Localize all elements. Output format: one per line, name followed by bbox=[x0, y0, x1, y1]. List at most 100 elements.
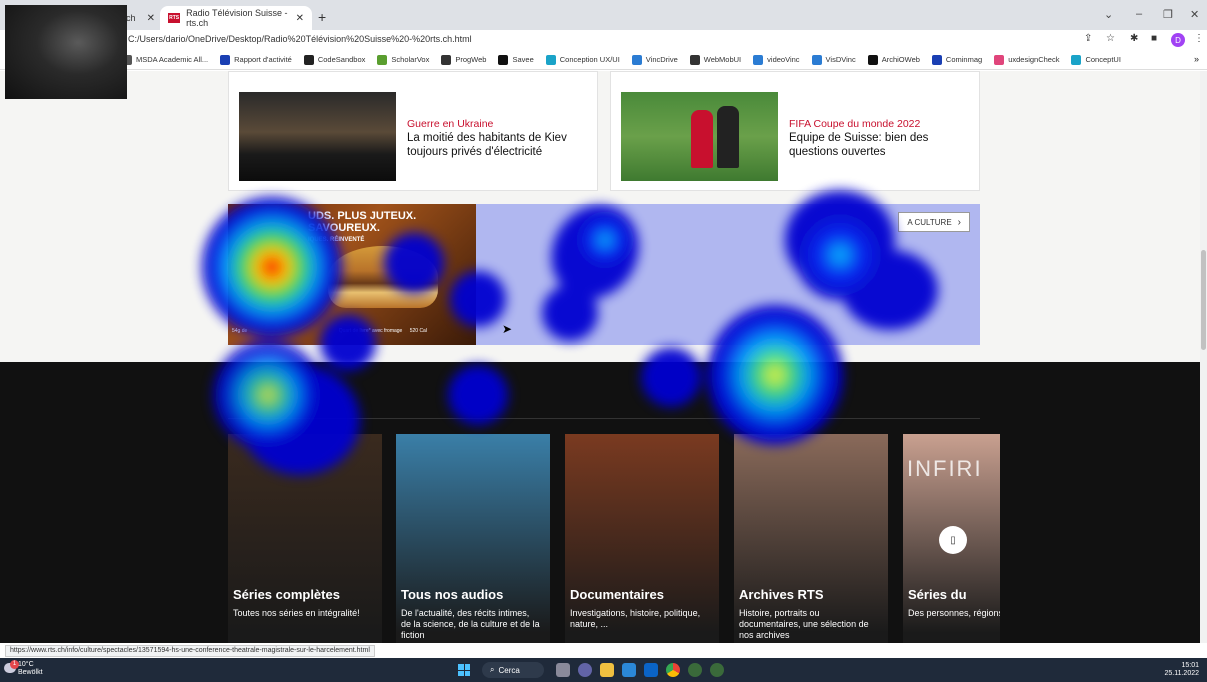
news-kicker: FIFA Coupe du monde 2022 bbox=[789, 118, 921, 130]
chevron-right-icon: › bbox=[957, 216, 961, 228]
status-bar-url: https://www.rts.ch/info/culture/spectacl… bbox=[5, 645, 375, 657]
taskbar-search[interactable]: ⌕ Cerca bbox=[482, 662, 544, 678]
news-thumbnail bbox=[239, 92, 396, 181]
bookmark-item[interactable]: WebMobUI bbox=[689, 54, 741, 65]
bookmark-item[interactable]: videoVinc bbox=[753, 54, 800, 65]
play-rts-section: Séries complètes Toutes nos séries en int… bbox=[0, 362, 1200, 643]
ad-headline: UDS. PLUS JUTEUX. SAVOUREUX. IQUES. RÉIN… bbox=[308, 210, 417, 243]
category-tile[interactable]: Archives RTS Histoire, portraits ou docum… bbox=[734, 434, 888, 643]
star-icon[interactable]: ☆ bbox=[1106, 33, 1115, 44]
store-icon[interactable] bbox=[622, 663, 636, 677]
share-icon[interactable]: ⇪ bbox=[1084, 33, 1092, 44]
m-icon bbox=[1071, 54, 1082, 65]
windows-start-icon[interactable] bbox=[458, 664, 470, 676]
bookmark-item[interactable]: Savee bbox=[498, 54, 534, 65]
category-tile[interactable]: INFIRI ▯ Séries du Des personnes, régions d… bbox=[903, 434, 1000, 643]
bookmark-item[interactable]: ArchiOWeb bbox=[867, 54, 920, 65]
bookmark-item[interactable]: Rapport d'activité bbox=[220, 54, 292, 65]
bookmark-item[interactable]: ProgWeb bbox=[441, 54, 487, 65]
leaf-icon bbox=[377, 54, 388, 65]
tab-search-icon[interactable]: ⌄ bbox=[1104, 8, 1113, 21]
task-view-icon[interactable] bbox=[556, 663, 570, 677]
grid-icon bbox=[689, 54, 700, 65]
bookmark-label: VincDrive bbox=[645, 55, 678, 64]
bookmark-label: uxdesignCheck bbox=[1008, 55, 1060, 64]
taskbar-clock[interactable]: 15:01 25.11.2022 bbox=[1164, 662, 1199, 678]
bookmark-item[interactable]: Conception UX/UI bbox=[545, 54, 620, 65]
sidepanel-icon[interactable]: ■ bbox=[1151, 33, 1157, 44]
tile-title: Séries du bbox=[908, 587, 967, 602]
bookmark-label: videoVinc bbox=[767, 55, 800, 64]
weather-widget[interactable]: 10°C Bewölkt bbox=[18, 661, 43, 677]
webcam-overlay bbox=[5, 5, 127, 99]
chrome-icon[interactable] bbox=[666, 663, 680, 677]
browser-toolbar: C:/Users/dario/OneDrive/Desktop/Radio%20… bbox=[0, 30, 1207, 50]
bookmark-label: MSDA Academic All... bbox=[136, 55, 209, 64]
tile-title: Archives RTS bbox=[739, 587, 824, 602]
news-card-fifa[interactable]: FIFA Coupe du monde 2022 Equipe de Suiss… bbox=[610, 71, 980, 191]
section-divider bbox=[228, 418, 980, 419]
category-tile[interactable]: Tous nos audios De l'actualité, des récit… bbox=[396, 434, 550, 643]
tile-title: Tous nos audios bbox=[401, 587, 504, 602]
app-icon[interactable] bbox=[710, 663, 724, 677]
tile-title: Documentaires bbox=[570, 587, 664, 602]
culture-link-button[interactable]: A CULTURE › bbox=[898, 212, 970, 232]
file-explorer-icon[interactable] bbox=[600, 663, 614, 677]
browser-tab-strip: ch ✕ RTS Radio Télévision Suisse - rts.c… bbox=[0, 0, 1207, 30]
bookmark-item[interactable]: Cominmag bbox=[931, 54, 983, 65]
ad-banner[interactable]: UDS. PLUS JUTEUX. SAVOUREUX. IQUES. RÉIN… bbox=[228, 204, 980, 345]
scrollbar-thumb[interactable] bbox=[1201, 250, 1206, 350]
category-tile[interactable]: Séries complètes Toutes nos séries en int… bbox=[228, 434, 382, 643]
bookmark-item[interactable]: MSDA Academic All... bbox=[122, 54, 209, 65]
tile-description: Histoire, portraits ou documentaires, un… bbox=[739, 608, 869, 640]
category-tile[interactable]: Documentaires Investigations, histoire, p… bbox=[565, 434, 719, 643]
bookmark-item[interactable]: CodeSandbox bbox=[303, 54, 366, 65]
news-title[interactable]: Equipe de Suisse: bien des questions ouv… bbox=[789, 131, 979, 159]
news-title[interactable]: La moitié des habitants de Kiev toujours… bbox=[407, 131, 597, 159]
profile-avatar[interactable]: D bbox=[1171, 33, 1185, 47]
bookmark-item[interactable]: VincDrive bbox=[631, 54, 678, 65]
ms-icon bbox=[811, 54, 822, 65]
bookmark-label: Savee bbox=[512, 55, 534, 64]
tab-close-icon[interactable]: ✕ bbox=[296, 13, 304, 24]
tab-close-icon[interactable]: ✕ bbox=[147, 13, 155, 24]
bookmark-item[interactable]: VisDVinc bbox=[811, 54, 856, 65]
minimize-icon[interactable]: – bbox=[1136, 8, 1142, 20]
address-bar[interactable]: C:/Users/dario/OneDrive/Desktop/Radio%20… bbox=[128, 34, 472, 44]
tab-label: ch bbox=[126, 13, 136, 23]
restore-icon[interactable]: ❐ bbox=[1163, 8, 1173, 21]
bookmark-label: VisDVinc bbox=[825, 55, 856, 64]
bookmark-label: ProgWeb bbox=[455, 55, 487, 64]
bookmarks-bar: MSDA Academic All... Rapport d'activité Co… bbox=[0, 50, 1207, 70]
tile-description: Des personnes, régions dont on bbox=[908, 608, 1000, 618]
app-icon[interactable] bbox=[688, 663, 702, 677]
tile-title: Séries complètes bbox=[233, 587, 340, 602]
news-thumbnail bbox=[621, 92, 778, 181]
close-window-icon[interactable]: ✕ bbox=[1190, 8, 1199, 21]
bookmark-item[interactable]: ConceptUI bbox=[1071, 54, 1121, 65]
bookmark-item[interactable]: ScholarVox bbox=[377, 54, 429, 65]
c-icon bbox=[931, 54, 942, 65]
tab-rts[interactable]: RTS Radio Télévision Suisse - rts.ch ✕ bbox=[160, 6, 312, 30]
tile-overlay-text: INFIRI bbox=[907, 456, 983, 481]
box-icon bbox=[303, 54, 314, 65]
v-icon bbox=[994, 54, 1005, 65]
tile-description: Investigations, histoire, politique, nat… bbox=[570, 608, 701, 629]
extensions-icon[interactable]: ✱ bbox=[1130, 33, 1138, 44]
news-card-ukraine[interactable]: Guerre en Ukraine La moitié des habitant… bbox=[228, 71, 598, 191]
more-bookmarks-icon[interactable]: » bbox=[1194, 54, 1199, 64]
play-icon[interactable]: ▯ bbox=[939, 526, 967, 554]
bookmark-label: ArchiOWeb bbox=[881, 55, 920, 64]
mail-icon[interactable] bbox=[644, 663, 658, 677]
page-scrollbar[interactable] bbox=[1200, 71, 1207, 643]
teams-icon[interactable] bbox=[578, 663, 592, 677]
bookmark-item[interactable]: uxdesignCheck bbox=[994, 54, 1060, 65]
webpage-viewport: Guerre en Ukraine La moitié des habitant… bbox=[0, 71, 1200, 643]
bookmark-label: Cominmag bbox=[945, 55, 983, 64]
new-tab-button[interactable]: + bbox=[318, 9, 326, 25]
tile-description: Toutes nos séries en intégralité! bbox=[233, 608, 360, 618]
bookmark-label: CodeSandbox bbox=[317, 55, 366, 64]
menu-icon[interactable]: ⋮ bbox=[1194, 33, 1204, 44]
s-icon bbox=[498, 54, 509, 65]
bookmark-label: Rapport d'activité bbox=[234, 55, 292, 64]
